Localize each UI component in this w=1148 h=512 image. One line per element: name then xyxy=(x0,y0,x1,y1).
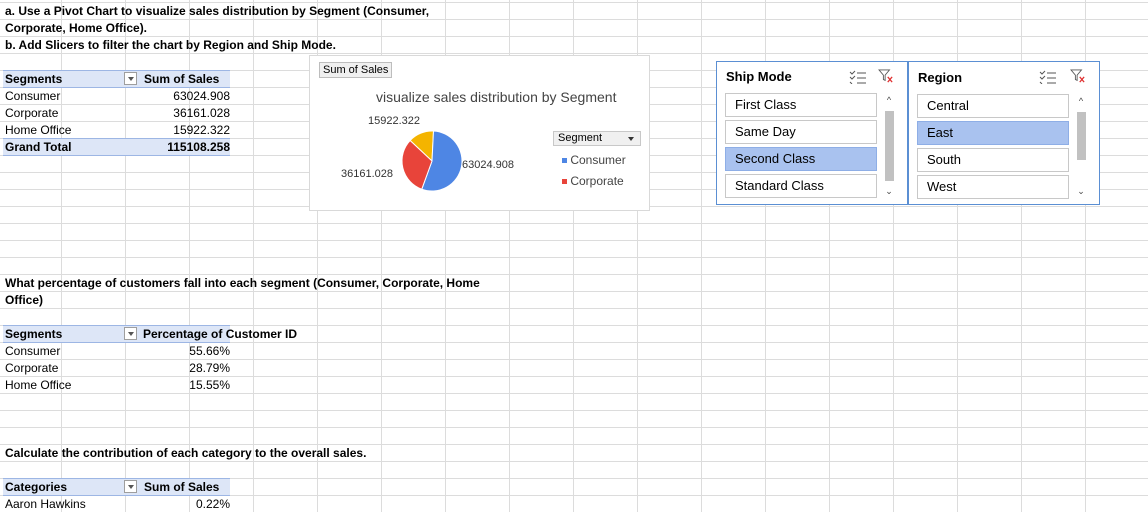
pivot-chart[interactable]: Sum of Sales visualize sales distributio… xyxy=(309,55,650,211)
legend-item: Corporate xyxy=(562,174,624,188)
chevron-down-icon xyxy=(628,137,634,141)
multi-select-icon[interactable] xyxy=(1039,70,1057,84)
pivot1-row-label[interactable]: Consumer xyxy=(5,89,60,103)
scroll-down-icon[interactable]: ⌄ xyxy=(881,184,897,198)
slicer-item-first-class[interactable]: First Class xyxy=(725,93,877,117)
question-2-line-2: Office) xyxy=(5,293,44,307)
pivot2-row-value[interactable]: 15.55% xyxy=(140,378,230,392)
pivot1-total-label: Grand Total xyxy=(5,140,72,154)
legend-swatch xyxy=(562,158,567,164)
slicer-ship-mode[interactable]: Ship Mode First Class Same Day Second Cl… xyxy=(716,61,908,205)
slicer-item-standard-class[interactable]: Standard Class xyxy=(725,174,877,198)
scroll-down-icon[interactable]: ⌄ xyxy=(1073,184,1089,198)
pivot2-row-label[interactable]: Consumer xyxy=(5,344,60,358)
pivot1-row-label[interactable]: Corporate xyxy=(5,106,58,120)
scrollbar-thumb[interactable] xyxy=(885,111,894,181)
slicer-region[interactable]: Region Central East South West ^ ⌄ xyxy=(908,61,1100,205)
slicer-item-second-class[interactable]: Second Class xyxy=(725,147,877,171)
slicer-item-same-day[interactable]: Same Day xyxy=(725,120,877,144)
pivot2-filter-dropdown[interactable] xyxy=(124,327,137,340)
pivot2-value-header: Percentage of Customer ID xyxy=(143,327,298,341)
pivot3-row-value[interactable]: 0.22% xyxy=(140,497,230,511)
pivot2-row-value[interactable]: 28.79% xyxy=(140,361,230,375)
multi-select-icon[interactable] xyxy=(849,70,867,84)
scrollbar-thumb[interactable] xyxy=(1077,112,1086,160)
slicer-scrollbar[interactable]: ^ ⌄ xyxy=(881,93,897,199)
pivot1-row-value[interactable]: 63024.908 xyxy=(140,89,230,103)
pivot1-row-value[interactable]: 36161.028 xyxy=(140,106,230,120)
question-3: Calculate the contribution of each categ… xyxy=(5,446,367,460)
pivot3-row-label[interactable]: Aaron Hawkins xyxy=(5,497,86,511)
slicer-item-central[interactable]: Central xyxy=(917,94,1069,118)
pivot2-row-header: Segments xyxy=(5,327,63,341)
data-label: 15922.322 xyxy=(368,115,420,127)
instruction-line-1: a. Use a Pivot Chart to visualize sales … xyxy=(5,4,430,18)
scroll-up-icon[interactable]: ^ xyxy=(881,93,897,107)
pivot1-filter-dropdown[interactable] xyxy=(124,72,137,85)
data-label: 36161.028 xyxy=(341,168,393,180)
pivot2-row-value[interactable]: 55.66% xyxy=(140,344,230,358)
slicer-item-south[interactable]: South xyxy=(917,148,1069,172)
slicer-scrollbar[interactable]: ^ ⌄ xyxy=(1073,94,1089,200)
pivot3-value-header: Sum of Sales xyxy=(144,480,220,494)
instruction-line-2: Corporate, Home Office). xyxy=(5,21,148,35)
slicer-title: Ship Mode xyxy=(726,69,792,84)
pivot2-row-label[interactable]: Home Office xyxy=(5,378,71,392)
pivot2-row-label[interactable]: Corporate xyxy=(5,361,58,375)
instruction-line-3: b. Add Slicers to filter the chart by Re… xyxy=(5,38,336,52)
pivot1-row-label[interactable]: Home Office xyxy=(5,123,71,137)
slicer-title: Region xyxy=(918,70,963,85)
pivot3-row-header: Categories xyxy=(5,480,68,494)
legend-swatch xyxy=(562,179,567,185)
pivot1-row-value[interactable]: 15922.322 xyxy=(140,123,230,137)
slicer-item-west[interactable]: West xyxy=(917,175,1069,199)
pivot1-row-header: Segments xyxy=(5,72,63,86)
pivot1-total-value: 115108.258 xyxy=(167,140,230,154)
data-label: 63024.908 xyxy=(462,159,514,171)
scroll-up-icon[interactable]: ^ xyxy=(1073,94,1089,108)
slicer-item-east[interactable]: East xyxy=(917,121,1069,145)
legend-title: Segment xyxy=(558,132,603,144)
pivot1-value-header: Sum of Sales xyxy=(144,72,220,86)
pivot3-filter-dropdown[interactable] xyxy=(124,480,137,493)
clear-filter-icon[interactable] xyxy=(877,69,895,83)
clear-filter-icon[interactable] xyxy=(1069,69,1087,83)
legend-field-button[interactable]: Segment xyxy=(553,131,641,146)
question-2-line-1: What percentage of customers fall into e… xyxy=(5,276,480,290)
legend-item: Consumer xyxy=(562,153,626,167)
